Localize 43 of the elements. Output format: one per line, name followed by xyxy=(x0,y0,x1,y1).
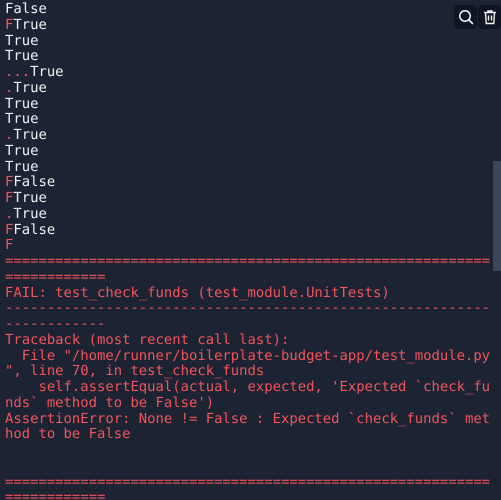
console-text: True xyxy=(13,127,47,143)
console-text: FAIL: test_check_funds (test_module.UnitTests) xyxy=(5,284,390,300)
search-button[interactable] xyxy=(454,5,477,29)
console-text: . xyxy=(5,206,14,222)
console-text: ============ xyxy=(5,268,106,285)
console-text: nds` method to be False') xyxy=(5,394,214,411)
console-text: ... xyxy=(5,64,30,80)
console-text: F xyxy=(5,222,14,238)
console-text: True xyxy=(13,80,47,96)
console-text: True xyxy=(13,206,47,222)
console-text: True xyxy=(5,111,38,128)
console-text: ", line 70, in test_check_funds xyxy=(5,363,264,380)
console-text: False xyxy=(13,222,56,238)
console-text: hod to be False xyxy=(5,426,130,442)
console-text: True xyxy=(5,96,38,112)
console-text: False xyxy=(13,174,56,190)
console-text: ------------ xyxy=(5,316,106,332)
console-text: . xyxy=(5,127,14,143)
console-text: True xyxy=(5,48,38,64)
delete-button[interactable] xyxy=(478,5,501,29)
console-text: True xyxy=(5,142,38,159)
console-text: ========================================================== xyxy=(5,253,490,269)
console-text: . xyxy=(5,80,14,96)
trash-icon xyxy=(482,9,498,25)
console-text: F xyxy=(5,237,14,254)
console-text: Traceback (most recent call last): xyxy=(5,332,290,348)
console-text: F xyxy=(5,174,14,190)
console-text: File "/home/runner/boilerplate-budget-app/test_module.py xyxy=(20,348,490,364)
console-text: True xyxy=(30,64,64,80)
console-text: AssertionError: None != False : Expected `check_funds` met xyxy=(5,410,490,426)
console-text: True xyxy=(5,158,38,174)
scrollbar[interactable] xyxy=(493,161,501,271)
console-text: True xyxy=(5,32,38,48)
console-text: F xyxy=(5,16,14,33)
console-text: self.assertEqual(actual, expected, 'Expected `check_fu xyxy=(37,379,490,395)
search-icon xyxy=(458,9,474,25)
console-text: ============ xyxy=(5,489,106,500)
console-text: True xyxy=(13,190,47,206)
console-text: ========================================================== xyxy=(5,474,490,490)
console-text: False xyxy=(5,1,47,17)
console-text: F xyxy=(5,190,14,206)
console-text: True xyxy=(13,16,47,33)
console-text: ---------------------------------------------------------- xyxy=(5,300,490,316)
